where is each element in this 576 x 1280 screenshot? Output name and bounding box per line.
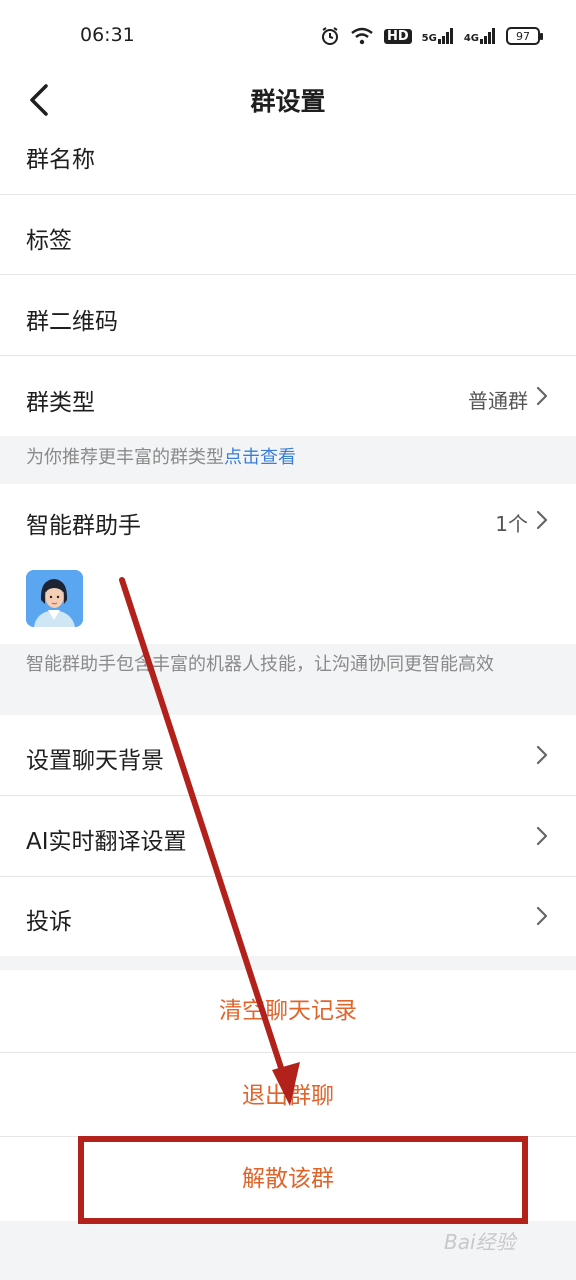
annotation-highlight-box: [78, 1136, 528, 1224]
assistant-hint: 智能群助手包含丰富的机器人技能，让沟通协同更智能高效: [0, 644, 576, 715]
assistant-count: 1个: [495, 512, 528, 536]
signal-4g-label: 4G: [463, 33, 479, 44]
signal-5g-icon: 5G: [422, 28, 454, 44]
qr-code-row[interactable]: 群二维码: [0, 275, 576, 355]
robot-avatar-icon: [26, 570, 83, 627]
chat-background-row[interactable]: 设置聊天背景: [0, 715, 576, 795]
chat-background-label: 设置聊天背景: [26, 748, 164, 774]
quit-group-label: 退出群聊: [242, 1083, 334, 1109]
group-name-label: 群名称: [26, 147, 95, 173]
tags-row[interactable]: 标签: [0, 195, 576, 274]
clear-history-button[interactable]: 清空聊天记录: [0, 970, 576, 1052]
assistant-section: 智能群助手 1个: [0, 484, 576, 644]
group-type-value: 普通群: [468, 389, 528, 413]
chevron-right-icon: [536, 386, 548, 406]
clear-history-label: 清空聊天记录: [219, 998, 357, 1024]
report-row[interactable]: 投诉: [0, 877, 576, 956]
chevron-right-icon: [536, 510, 548, 530]
chevron-right-icon: [536, 826, 548, 846]
view-more-link[interactable]: 点击查看: [224, 447, 296, 468]
battery-level: 97: [516, 29, 530, 43]
group-type-label: 群类型: [26, 390, 95, 416]
chevron-right-icon: [536, 745, 548, 765]
group-type-hint: 为你推荐更丰富的群类型点击查看: [0, 436, 576, 484]
tags-label: 标签: [26, 228, 72, 254]
status-bar: 06:31 HD 5G 4G 97: [0, 0, 576, 70]
chevron-right-icon: [536, 906, 548, 926]
assistant-hint-text: 智能群助手包含丰富的机器人技能，让沟通协同更智能高效: [26, 654, 494, 675]
nav-bar: 群设置: [0, 70, 576, 130]
group-type-hint-text: 为你推荐更丰富的群类型: [26, 447, 224, 468]
group-name-row[interactable]: 群名称: [0, 130, 576, 194]
assistant-bot-avatar[interactable]: [26, 570, 83, 627]
hd-icon: HD: [383, 28, 412, 44]
status-time: 06:31: [80, 24, 135, 46]
ai-translate-label: AI实时翻译设置: [26, 829, 187, 855]
signal-5g-label: 5G: [421, 33, 437, 44]
ai-translate-row[interactable]: AI实时翻译设置: [0, 796, 576, 876]
assistant-row[interactable]: 智能群助手 1个: [0, 484, 576, 560]
page-title: 群设置: [250, 87, 326, 116]
wifi-icon: [351, 27, 373, 45]
assistant-label: 智能群助手: [26, 513, 141, 539]
alarm-icon: [321, 27, 338, 45]
quit-group-button[interactable]: 退出群聊: [0, 1053, 576, 1136]
status-icons: HD 5G 4G 97: [320, 22, 543, 50]
watermark: Bai经验: [444, 1230, 516, 1254]
battery-icon: 97: [506, 27, 543, 45]
signal-4g-icon: 4G: [464, 28, 496, 44]
report-label: 投诉: [26, 909, 72, 935]
qr-code-label: 群二维码: [26, 309, 118, 335]
group-type-row[interactable]: 群类型 普通群: [0, 356, 576, 436]
